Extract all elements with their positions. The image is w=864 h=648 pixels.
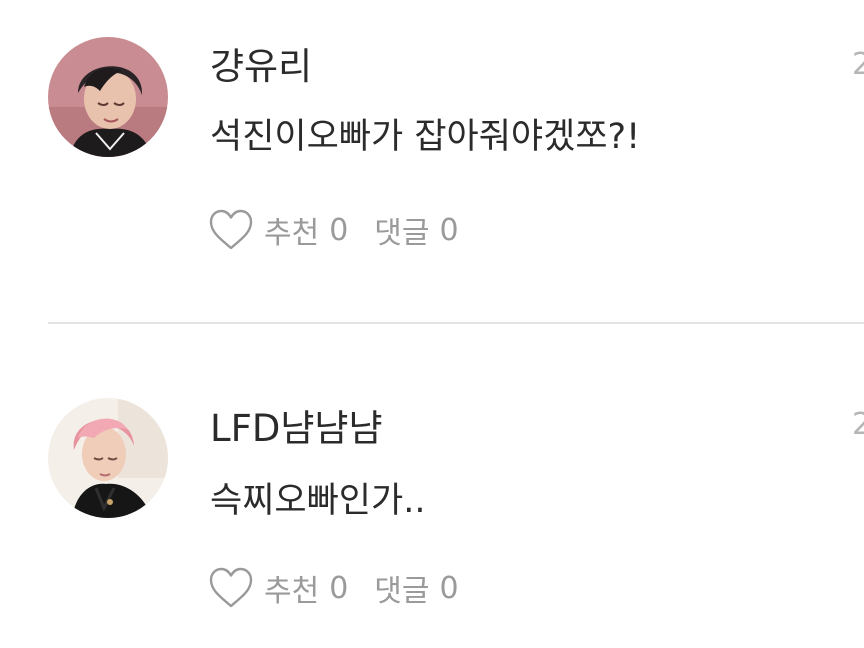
reply-button[interactable]: 댓글 0	[374, 566, 458, 610]
timestamp: 2	[852, 407, 864, 442]
reply-count: 0	[439, 570, 459, 606]
username[interactable]: 걍유리	[210, 48, 312, 85]
reply-label: 댓글	[374, 216, 430, 251]
avatar[interactable]	[48, 37, 168, 157]
username[interactable]: LFD냠냠냠	[210, 410, 383, 447]
heart-outline-icon	[209, 567, 253, 608]
comment-list: 걍유리 2 석진이오빠가 잡아줘야겠쪼?! 추천 0 댓글 0 LFD냠냠냠 2…	[0, 0, 864, 648]
reply-count: 0	[439, 212, 459, 248]
comment-text: 석진이오빠가 잡아줘야겠쪼?!	[210, 117, 641, 157]
reply-button[interactable]: 댓글 0	[374, 208, 458, 252]
comment-actions: 추천 0 댓글 0	[208, 208, 459, 252]
like-count: 0	[329, 570, 349, 606]
like-button[interactable]: 추천 0	[208, 208, 348, 252]
like-button[interactable]: 추천 0	[208, 566, 348, 610]
like-label: 추천	[264, 574, 320, 609]
avatar[interactable]	[48, 398, 168, 518]
heart-outline-icon	[209, 209, 253, 250]
avatar-image	[48, 37, 168, 157]
avatar-image	[48, 398, 168, 518]
comment-text: 슥찌오빠인가..	[210, 481, 426, 521]
timestamp: 2	[852, 47, 864, 82]
like-label: 추천	[264, 216, 320, 251]
comment-actions: 추천 0 댓글 0	[208, 566, 459, 610]
reply-label: 댓글	[374, 574, 430, 609]
divider	[48, 322, 864, 324]
like-count: 0	[329, 212, 349, 248]
